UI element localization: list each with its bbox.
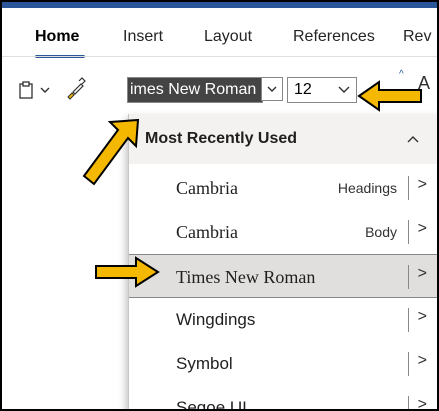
font-item-name: Cambria bbox=[176, 222, 238, 242]
annotation-arrow-font-size bbox=[357, 80, 422, 112]
clipboard-icon[interactable] bbox=[19, 81, 33, 99]
section-header[interactable]: Most Recently Used bbox=[129, 114, 437, 164]
font-item-segoe-ui[interactable]: Segoe UI > bbox=[129, 386, 437, 411]
separator bbox=[408, 265, 409, 289]
chevron-right-icon[interactable]: > bbox=[418, 352, 427, 370]
chevron-down-icon[interactable] bbox=[338, 78, 350, 102]
ribbon-tabs: Home Insert Layout References Rev bbox=[2, 8, 437, 58]
tab-review[interactable]: Rev bbox=[403, 28, 431, 46]
annotation-arrow-font-dropdown bbox=[82, 118, 140, 186]
font-item-cambria-headings[interactable]: Cambria Headings > bbox=[129, 166, 437, 210]
font-size-input[interactable]: 12 bbox=[287, 77, 357, 103]
chevron-right-icon[interactable]: > bbox=[418, 265, 427, 283]
chevron-down-icon bbox=[267, 86, 277, 92]
separator bbox=[408, 352, 409, 376]
font-item-tag: Headings bbox=[337, 180, 397, 196]
font-dropdown-menu: Most Recently Used Cambria Headings > Ca… bbox=[128, 114, 437, 411]
chevron-right-icon[interactable]: > bbox=[418, 220, 427, 238]
paste-chevron-down-icon[interactable] bbox=[40, 83, 50, 97]
separator bbox=[408, 396, 409, 409]
font-item-name: Symbol bbox=[176, 354, 233, 373]
tab-home[interactable]: Home bbox=[35, 28, 79, 46]
section-title: Most Recently Used bbox=[145, 130, 298, 147]
font-item-symbol[interactable]: Symbol > bbox=[129, 342, 437, 386]
font-item-name: Segoe UI bbox=[176, 398, 247, 411]
font-item-wingdings[interactable]: Wingdings > bbox=[129, 298, 437, 342]
font-item-cambria-body[interactable]: Cambria Body > bbox=[129, 210, 437, 254]
font-item-name: Cambria bbox=[176, 178, 238, 198]
word-window: Home Insert Layout References Rev imes N… bbox=[0, 0, 439, 411]
chevron-right-icon[interactable]: > bbox=[418, 176, 427, 194]
separator bbox=[408, 308, 409, 332]
tab-references[interactable]: References bbox=[293, 28, 375, 46]
font-item-name: Times New Roman bbox=[176, 267, 316, 287]
font-item-tag: Body bbox=[365, 224, 397, 240]
format-painter-icon[interactable] bbox=[62, 77, 86, 101]
tab-insert[interactable]: Insert bbox=[123, 28, 163, 46]
tab-layout[interactable]: Layout bbox=[204, 28, 252, 46]
separator bbox=[408, 176, 409, 200]
chevron-right-icon[interactable]: > bbox=[418, 396, 427, 409]
annotation-arrow-times-new-roman bbox=[95, 256, 160, 288]
chevron-right-icon[interactable]: > bbox=[418, 308, 427, 326]
separator bbox=[408, 220, 409, 244]
font-name-dropdown-button[interactable] bbox=[261, 77, 283, 101]
font-item-name: Wingdings bbox=[176, 310, 256, 329]
font-name-input[interactable]: imes New Roman bbox=[127, 77, 263, 103]
chevron-up-icon[interactable] bbox=[407, 130, 419, 146]
font-item-times-new-roman[interactable]: Times New Roman > bbox=[129, 254, 437, 298]
font-size-value: 12 bbox=[294, 81, 312, 98]
